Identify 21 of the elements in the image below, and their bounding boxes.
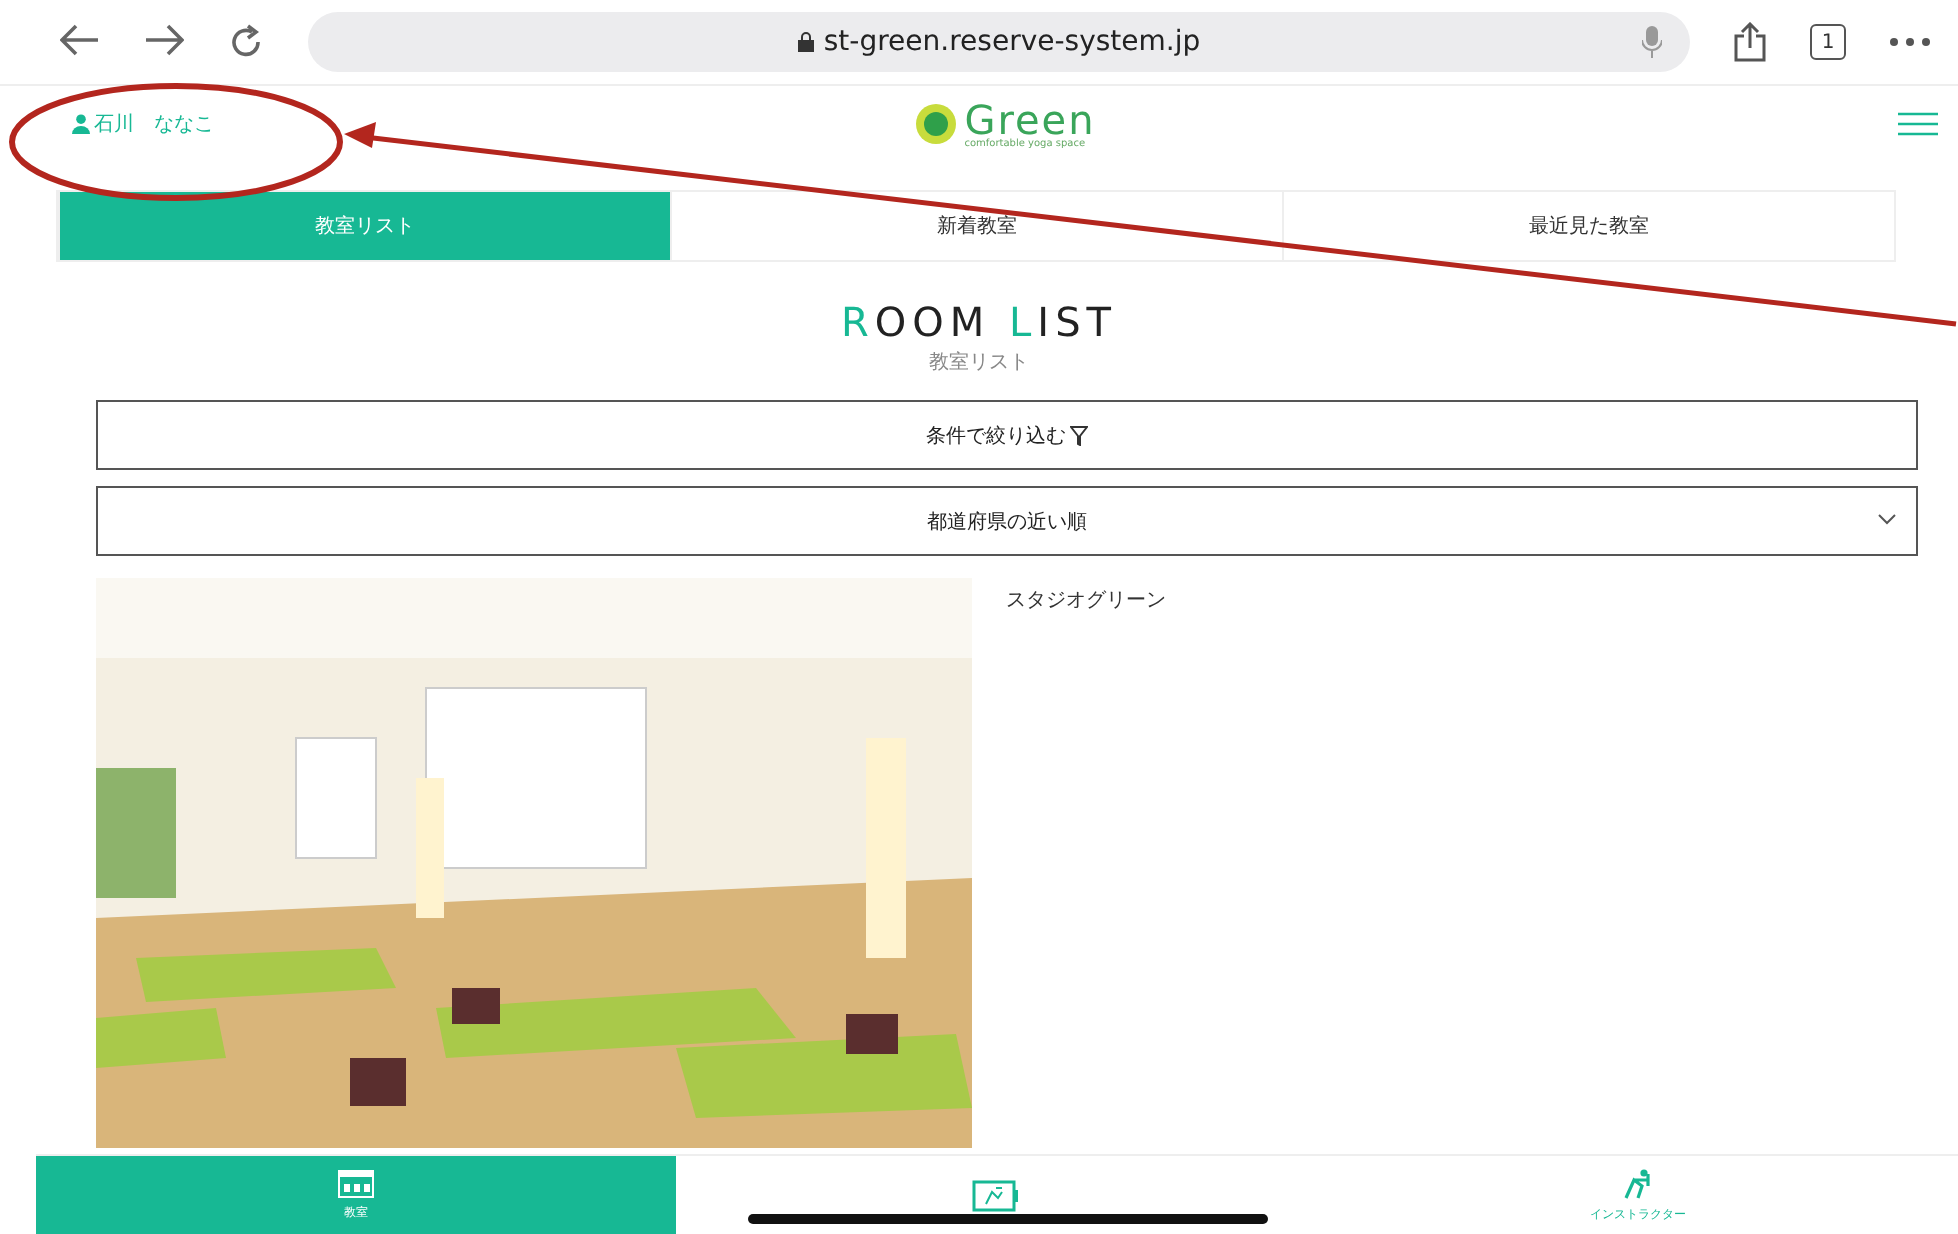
screen-icon <box>972 1179 1021 1211</box>
back-icon[interactable] <box>60 24 100 56</box>
lock-icon <box>797 32 814 52</box>
room-name[interactable]: スタジオグリーン <box>1006 586 1166 1148</box>
figure-icon <box>1621 1167 1654 1199</box>
logo-name: Green <box>964 99 1096 139</box>
filter-icon <box>1070 425 1088 445</box>
more-icon[interactable] <box>1890 38 1930 46</box>
sort-select[interactable]: 都道府県の近い順 <box>96 486 1918 556</box>
caret-icon <box>1878 514 1896 526</box>
address-bar[interactable]: st-green.reserve-system.jp <box>308 12 1690 72</box>
reload-icon[interactable] <box>228 24 264 60</box>
page-title: R OOM L IST <box>841 302 1117 342</box>
tab-count[interactable]: 1 <box>1810 24 1846 60</box>
person-icon <box>72 114 90 134</box>
forward-icon[interactable] <box>144 24 184 56</box>
share-icon[interactable] <box>1734 22 1766 62</box>
logo-icon <box>914 102 959 146</box>
page-subtitle: 教室リスト <box>929 349 1029 376</box>
filter-button[interactable]: 条件で絞り込む <box>96 400 1918 470</box>
calendar-icon <box>338 1169 375 1197</box>
